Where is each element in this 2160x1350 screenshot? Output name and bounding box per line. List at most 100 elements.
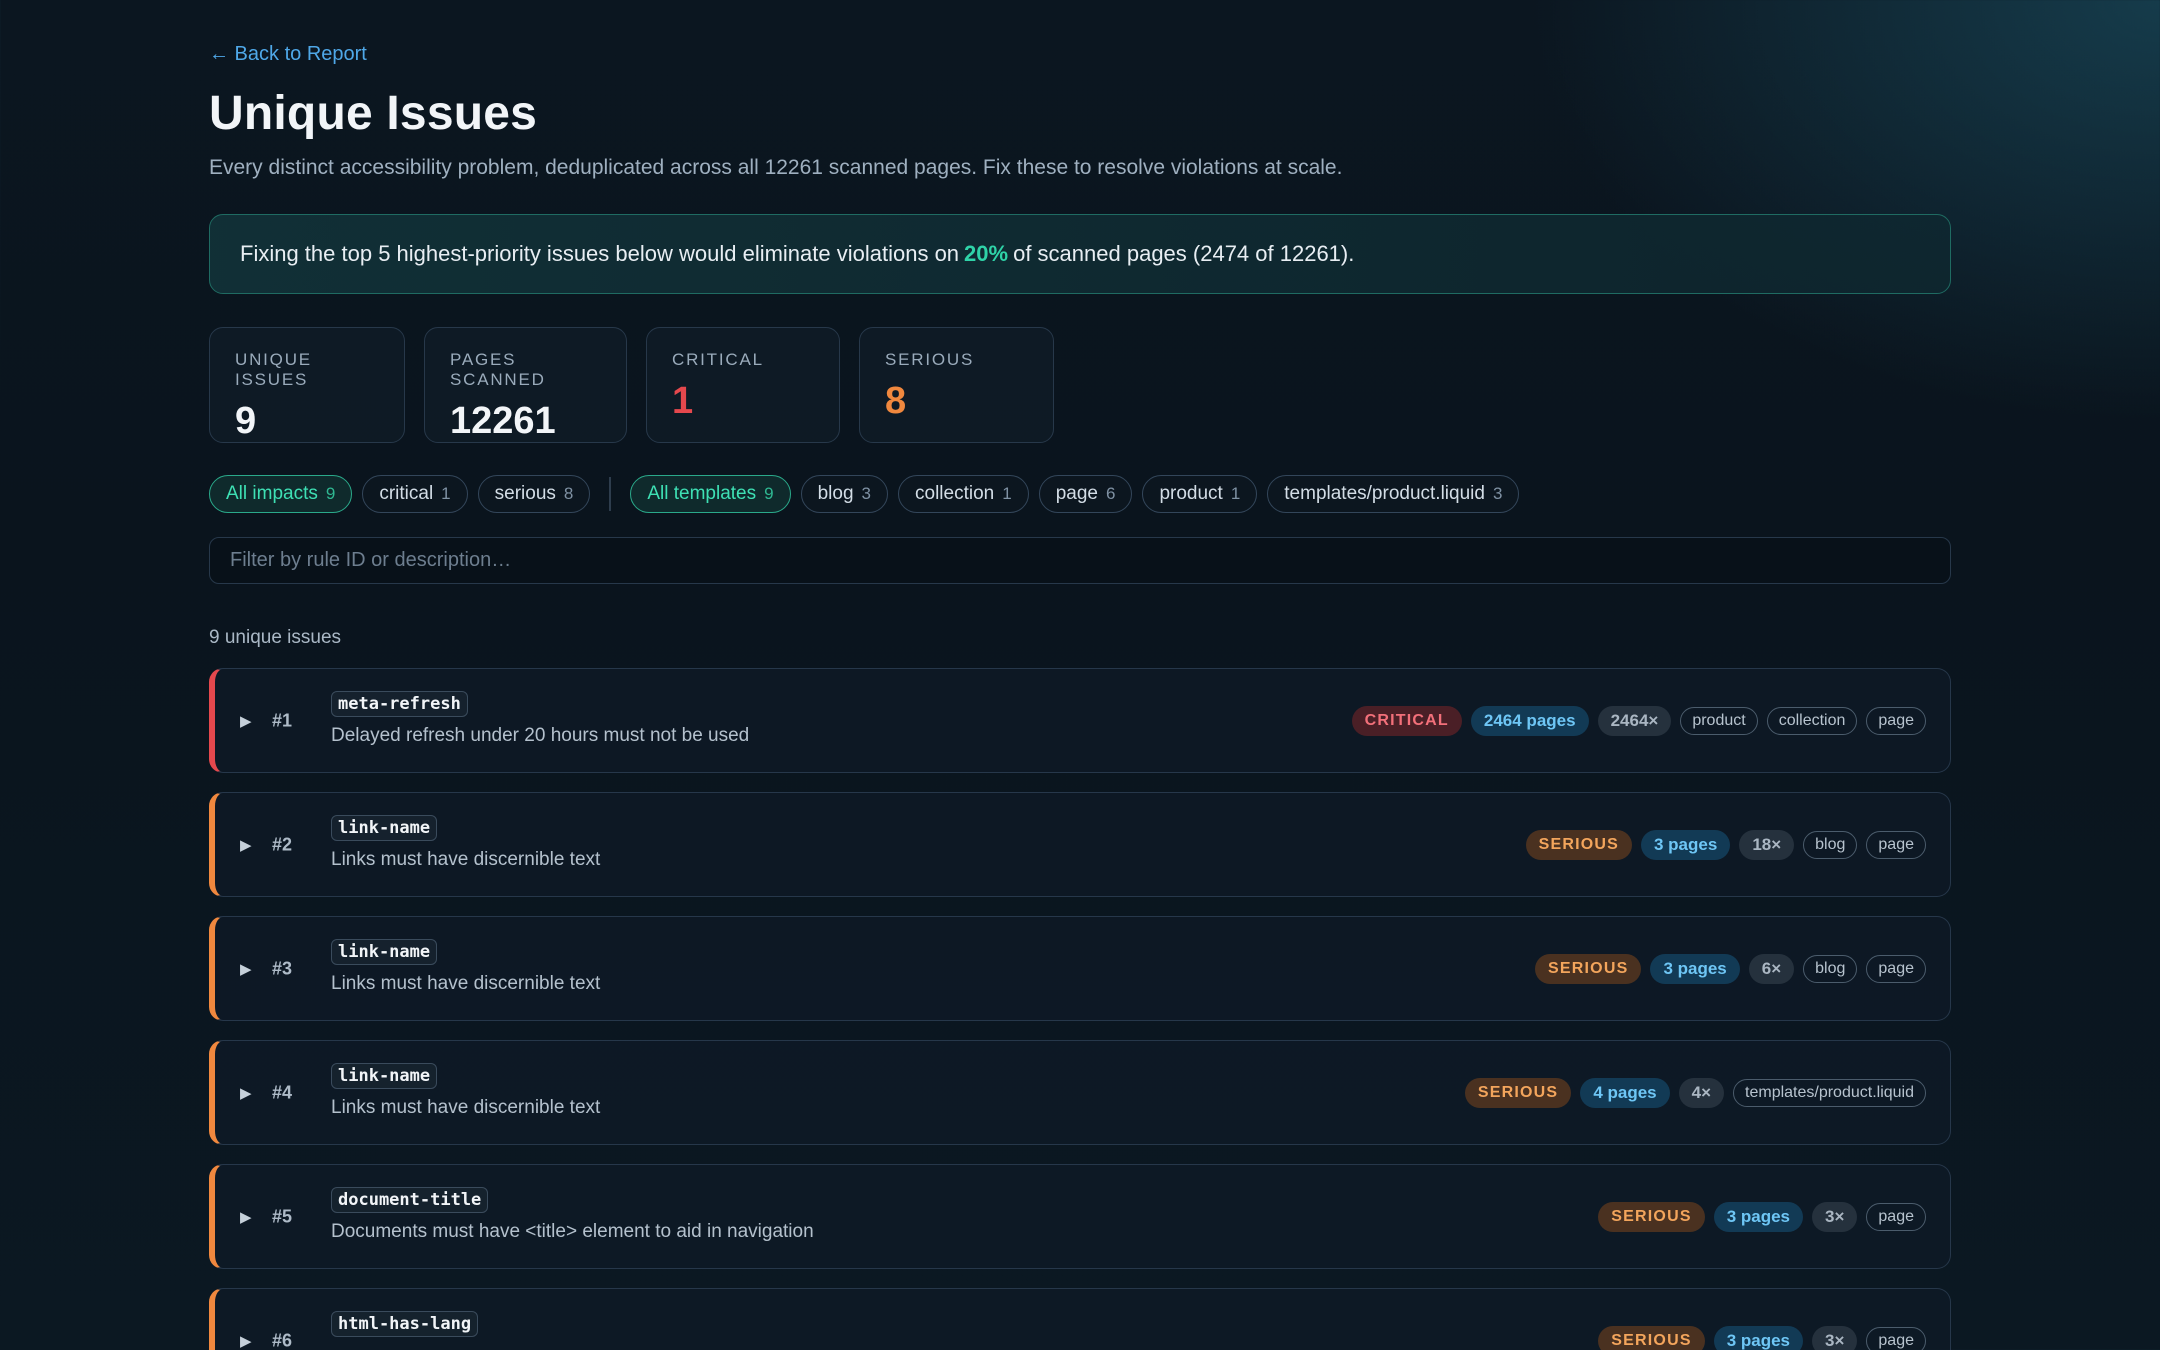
issue-tags: SERIOUS 3 pages 3× page [1598, 1201, 1926, 1232]
filter-impact-critical[interactable]: critical 1 [362, 475, 468, 513]
stat-value: 9 [235, 400, 257, 442]
impact-badge: SERIOUS [1598, 1325, 1705, 1350]
template-tag: product [1680, 706, 1758, 735]
occurrences-badge: 18× [1739, 829, 1795, 860]
issue-tags: SERIOUS 3 pages 18× blog page [1525, 829, 1926, 860]
issue-tags: SERIOUS 3 pages 6× blog page [1535, 953, 1926, 984]
filter-bar: All impacts 9 critical 1 serious 8 All t… [209, 475, 1520, 513]
pages-badge: 3 pages [1650, 953, 1740, 984]
results-count: 9 unique issues [209, 627, 342, 648]
occurrences-badge: 3× [1812, 1201, 1858, 1232]
template-tag: page [1866, 830, 1926, 859]
template-tag: page [1866, 1202, 1926, 1231]
issue-rule-id: link-name [331, 939, 438, 965]
occurrences-badge: 6× [1748, 953, 1795, 984]
issue-row[interactable]: ▶ #3 link-name Links must have discernib… [209, 916, 1951, 1021]
stat-pages-scanned: PAGES SCANNED 12261 [424, 327, 627, 443]
template-tag: page [1866, 1326, 1926, 1350]
chip-label: templates/product.liquid [1284, 483, 1485, 504]
chip-label: serious [494, 483, 556, 504]
back-to-report-link[interactable]: ← Back to Report [209, 43, 367, 66]
issue-description: Links must have discernible text [331, 1097, 601, 1118]
chip-label: All impacts [226, 483, 318, 504]
expand-caret-icon[interactable]: ▶ [240, 1208, 252, 1226]
filter-template-page[interactable]: page 6 [1038, 475, 1133, 513]
issue-description: Delayed refresh under 20 hours must not … [331, 725, 750, 746]
issue-description: Links must have discernible text [331, 973, 601, 994]
filter-template-all[interactable]: All templates 9 [630, 475, 791, 513]
banner-text-after: of scanned pages (2474 of 12261). [1013, 241, 1355, 266]
stat-serious: SERIOUS 8 [859, 327, 1054, 443]
stat-label: CRITICAL [672, 350, 764, 369]
pages-badge: 4 pages [1580, 1077, 1670, 1108]
expand-caret-icon[interactable]: ▶ [240, 1084, 252, 1102]
banner-percent: 20% [964, 241, 1009, 266]
priority-banner: Fixing the top 5 highest-priority issues… [209, 214, 1951, 294]
stat-label: UNIQUE ISSUES [235, 350, 312, 389]
expand-caret-icon[interactable]: ▶ [240, 960, 252, 978]
chip-count: 9 [764, 484, 774, 503]
issue-rule-id: html-has-lang [331, 1311, 479, 1337]
issue-row[interactable]: ▶ #1 meta-refresh Delayed refresh under … [209, 668, 1951, 773]
chip-count: 6 [1105, 484, 1116, 503]
issue-rank: #4 [272, 1082, 293, 1102]
stats-row: UNIQUE ISSUES 9 PAGES SCANNED 12261 CRIT… [209, 327, 1054, 443]
issue-rule-id: meta-refresh [331, 691, 468, 717]
issue-description: Links must have discernible text [331, 849, 601, 870]
issue-row[interactable]: ▶ #5 document-title Documents must have … [209, 1164, 1951, 1269]
template-tag: templates/product.liquid [1733, 1078, 1926, 1107]
occurrences-badge: 2464× [1597, 705, 1672, 736]
issue-tags: SERIOUS 4 pages 4× templates/product.liq… [1464, 1077, 1926, 1108]
template-tag: page [1866, 706, 1926, 735]
chip-count: 8 [563, 484, 574, 503]
issue-row[interactable]: ▶ #2 link-name Links must have discernib… [209, 792, 1951, 897]
template-tag: blog [1803, 954, 1858, 983]
expand-caret-icon[interactable]: ▶ [240, 836, 252, 854]
stat-value: 1 [672, 380, 694, 422]
occurrences-badge: 3× [1812, 1325, 1858, 1350]
issue-row[interactable]: ▶ #6 html-has-lang SERIOUS 3 pages 3× pa… [209, 1288, 1951, 1350]
chip-count: 3 [861, 484, 871, 503]
stat-label: SERIOUS [885, 350, 975, 369]
filter-template-product-liquid[interactable]: templates/product.liquid 3 [1267, 475, 1520, 513]
issue-rank: #5 [272, 1206, 293, 1226]
chip-label: blog [817, 483, 854, 504]
chip-count: 1 [441, 484, 451, 503]
banner-text-before: Fixing the top 5 highest-priority issues… [240, 241, 960, 266]
pages-badge: 3 pages [1713, 1325, 1804, 1350]
filter-impact-serious[interactable]: serious 8 [477, 475, 591, 513]
stat-label: PAGES SCANNED [450, 350, 546, 389]
issue-body: html-has-lang [331, 1311, 479, 1345]
issue-rule-id: link-name [331, 1063, 438, 1089]
filter-divider [609, 477, 612, 511]
filter-template-collection[interactable]: collection 1 [898, 475, 1029, 513]
issue-description: Documents must have <title> element to a… [331, 1221, 814, 1242]
impact-badge: SERIOUS [1598, 1201, 1705, 1232]
issue-rule-id: link-name [331, 815, 438, 841]
stat-value: 8 [885, 380, 907, 422]
issue-rule-id: document-title [331, 1187, 489, 1213]
chip-label: All templates [647, 483, 757, 504]
issue-tags: SERIOUS 3 pages 3× page [1598, 1325, 1926, 1350]
issue-rank: #1 [272, 710, 293, 730]
chip-count: 1 [1230, 484, 1241, 503]
issue-row[interactable]: ▶ #4 link-name Links must have discernib… [209, 1040, 1951, 1145]
pages-badge: 2464 pages [1470, 705, 1589, 736]
chip-count: 1 [1002, 484, 1012, 503]
issue-rank: #3 [272, 958, 293, 978]
impact-badge: SERIOUS [1525, 829, 1632, 860]
stat-critical: CRITICAL 1 [646, 327, 840, 443]
search-input[interactable] [209, 537, 1951, 584]
expand-caret-icon[interactable]: ▶ [240, 712, 252, 730]
page-subtitle: Every distinct accessibility problem, de… [209, 156, 1343, 179]
filter-template-product[interactable]: product 1 [1142, 475, 1258, 513]
expand-caret-icon[interactable]: ▶ [240, 1332, 252, 1350]
stat-value: 12261 [450, 400, 556, 442]
issue-body: document-title Documents must have <titl… [331, 1187, 814, 1243]
template-tag: collection [1766, 706, 1858, 735]
impact-badge: SERIOUS [1464, 1077, 1572, 1108]
issue-list: ▶ #1 meta-refresh Delayed refresh under … [209, 668, 1951, 1350]
filter-impact-all[interactable]: All impacts 9 [209, 475, 353, 513]
filter-template-blog[interactable]: blog 3 [800, 475, 888, 513]
template-tag: blog [1803, 830, 1858, 859]
